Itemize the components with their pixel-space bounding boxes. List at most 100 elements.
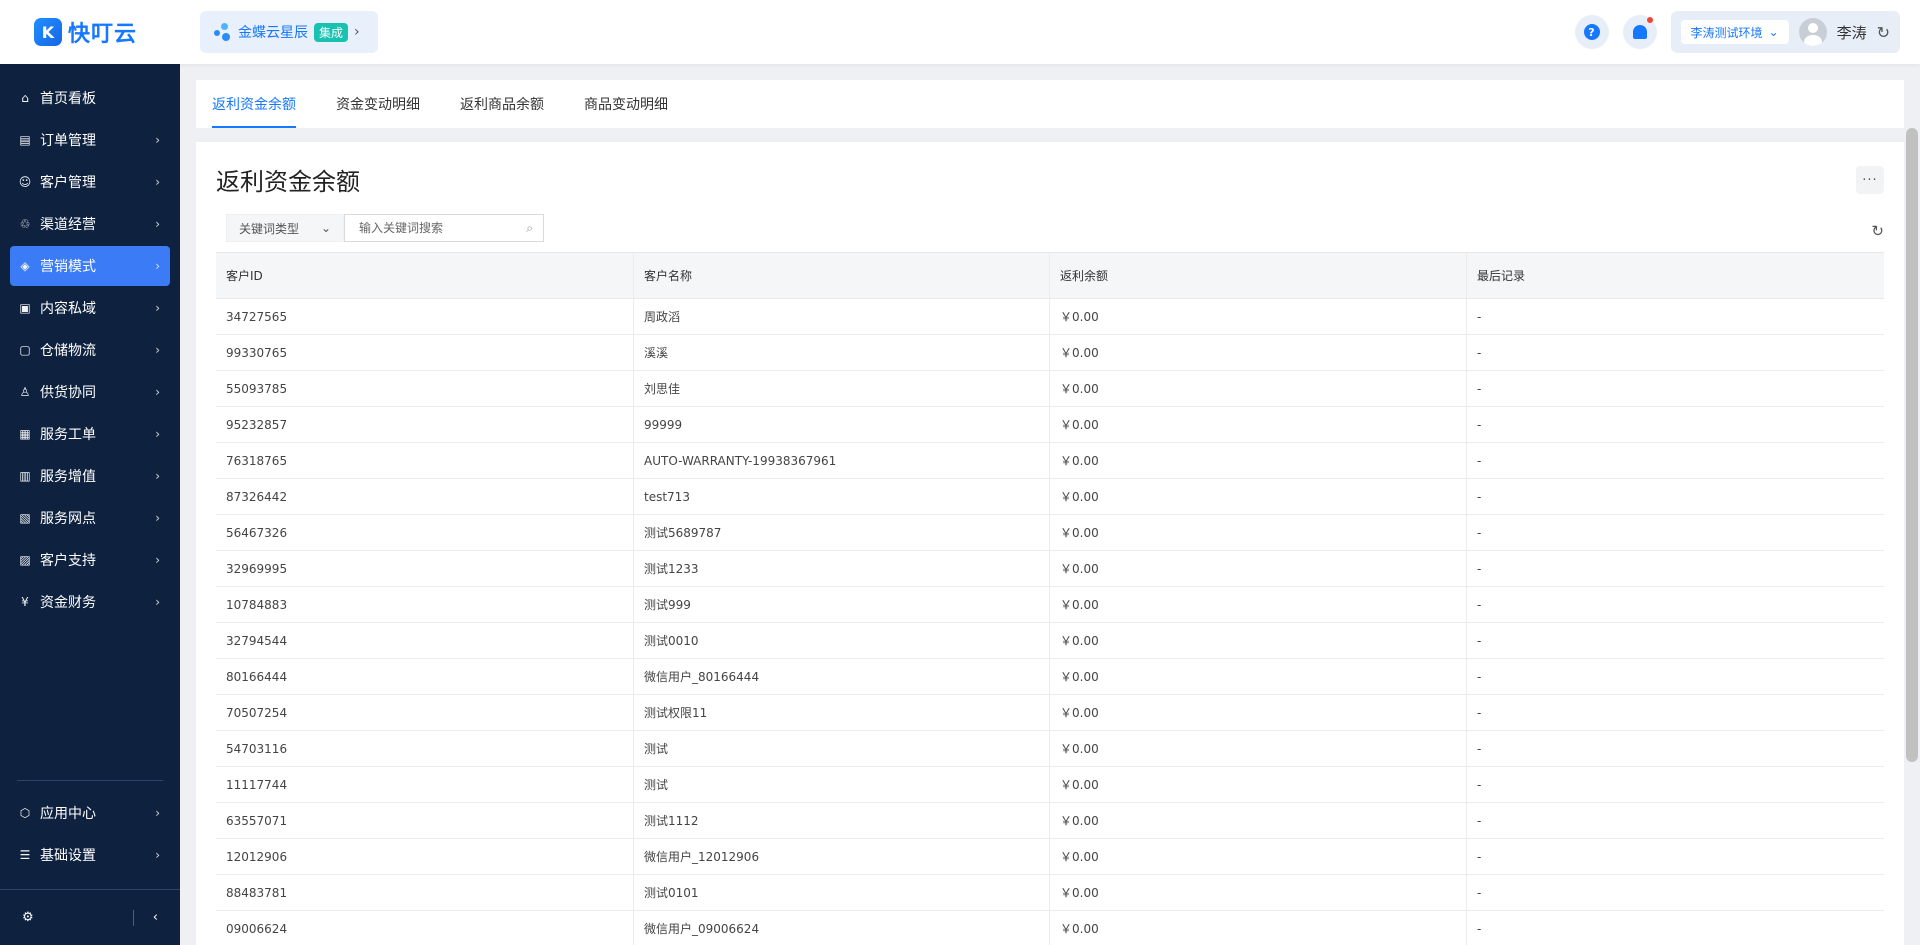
sidebar-item-label: 基础设置 — [40, 848, 96, 864]
refresh-icon[interactable]: ↻ — [1877, 23, 1890, 42]
tab-3[interactable]: 商品变动明细 — [584, 80, 668, 128]
environment-select[interactable]: 李涛测试环境 ⌄ — [1680, 20, 1789, 44]
chevron-right-icon: › — [155, 427, 160, 441]
table-cell: 54703116 — [216, 731, 634, 766]
table-refresh-icon[interactable]: ↻ — [1871, 222, 1884, 240]
table-cell: ￥0.00 — [1050, 731, 1467, 766]
sidebar-item-tag[interactable]: ◈ 营销模式 › — [10, 246, 170, 286]
table-cell: 微信用户_09006624 — [634, 911, 1050, 945]
environment-label: 李涛测试环境 — [1690, 25, 1763, 40]
sidebar-item-channel[interactable]: ♲ 渠道经营 › — [10, 204, 170, 244]
search-input[interactable] — [359, 221, 509, 235]
tab-2[interactable]: 返利商品余额 — [460, 80, 544, 128]
sidebar-item-bag[interactable]: ▥ 服务增值 › — [10, 456, 170, 496]
sidebar-item-support[interactable]: ▨ 客户支持 › — [10, 540, 170, 580]
table-body: 34727565 周政滔 ￥0.00-99330765 溪溪 ￥0.00-5509378… — [216, 299, 1884, 945]
sidebar-item-order[interactable]: ▤ 订单管理 › — [10, 120, 170, 160]
chevron-right-icon: › — [155, 595, 160, 609]
chevron-right-icon: › — [155, 385, 160, 399]
page-scrollbar[interactable] — [1906, 128, 1918, 762]
more-button[interactable]: ··· — [1856, 166, 1884, 194]
table-row[interactable]: 10784883 测试999 ￥0.00- — [216, 587, 1884, 623]
tag-icon: ◈ — [20, 259, 30, 273]
table-cell: - — [1477, 921, 1482, 936]
table-row[interactable]: 99330765 溪溪 ￥0.00- — [216, 335, 1884, 371]
table-cell: ￥0.00 — [1050, 371, 1467, 406]
app-switcher[interactable]: 金蝶云星辰 集成 › — [200, 11, 378, 53]
table-row[interactable]: 70507254 测试权限11 ￥0.00- — [216, 695, 1884, 731]
integration-badge: 集成 — [314, 22, 349, 42]
table-row[interactable]: 12012906 微信用户_12012906 ￥0.00- — [216, 839, 1884, 875]
table-cell: 溪溪 — [634, 335, 1050, 370]
help-icon: ? — [1583, 24, 1600, 40]
user-name[interactable]: 李涛 — [1837, 22, 1867, 43]
chevron-right-icon: › — [155, 806, 160, 820]
sidebar-item-image[interactable]: ▣ 内容私域 › — [10, 288, 170, 328]
keyword-type-select[interactable]: 关键词类型 ⌄ — [226, 214, 344, 242]
table-cell: ￥0.00 — [1050, 695, 1467, 730]
table-row[interactable]: 56467326 测试5689787 ￥0.00- — [216, 515, 1884, 551]
table-cell: 12012906 — [216, 839, 634, 874]
table-row[interactable]: 11117744 测试 ￥0.00- — [216, 767, 1884, 803]
table-cell: 10784883 — [216, 587, 634, 622]
table-cell: 11117744 — [216, 767, 634, 802]
chevron-right-icon: › — [354, 24, 360, 40]
table-cell: 95232857 — [216, 407, 634, 442]
sidebar-item-cube[interactable]: ⬡ 应用中心 › — [10, 793, 170, 833]
table-cell: 测试999 — [634, 587, 1050, 622]
chevron-right-icon: › — [155, 343, 160, 357]
table-row[interactable]: 87326442 test713 ￥0.00- — [216, 479, 1884, 515]
sidebar-item-ticket[interactable]: ▦ 服务工单 › — [10, 414, 170, 454]
image-icon: ▣ — [19, 301, 31, 315]
table-row[interactable]: 09006624 微信用户_09006624 ￥0.00- — [216, 911, 1884, 945]
box-icon: ▢ — [19, 343, 31, 357]
table-cell: - — [1477, 489, 1482, 504]
sidebar-item-home[interactable]: ⌂ 首页看板 — [10, 78, 170, 118]
table-cell: 99330765 — [216, 335, 634, 370]
table-row[interactable]: 32794544 测试0010 ￥0.00- — [216, 623, 1884, 659]
sidebar-menu: ⌂ 首页看板 ▤ 订单管理 › ☺ 客户管理 › ♲ 渠道经营 › ◈ 营销模式 › ▣ 内容私域 › ▢ 仓储物流… — [0, 64, 180, 622]
page-title: 返利资金余额 — [216, 168, 360, 196]
gear-icon[interactable]: ⚙ — [22, 910, 34, 925]
table-cell: 测试0101 — [634, 875, 1050, 910]
rebate-balance-table: 客户ID 客户名称 返利余额 最后记录 34727565 周政滔 ￥0.00-993307… — [216, 252, 1884, 945]
table-cell: 微信用户_80166444 — [634, 659, 1050, 694]
table-cell: - — [1477, 669, 1482, 684]
search-icon[interactable]: ⌕ — [526, 221, 533, 236]
table-cell: ￥0.00 — [1050, 335, 1467, 370]
tab-0[interactable]: 返利资金余额 — [212, 80, 296, 128]
table-row[interactable]: 55093785 刘思佳 ￥0.00- — [216, 371, 1884, 407]
sidebar-item-yuan[interactable]: ¥ 资金财务 › — [10, 582, 170, 622]
help-button[interactable]: ? — [1574, 15, 1609, 49]
table-cell: 周政滔 — [634, 299, 1050, 334]
table-row[interactable]: 63557071 测试1112 ￥0.00- — [216, 803, 1884, 839]
main-panel: 返利资金余额 ··· 关键词类型 ⌄ ⌕ ↻ 客户ID客户名称返利余额最后记录 … — [196, 142, 1904, 945]
table-row[interactable]: 54703116 测试 ￥0.00- — [216, 731, 1884, 767]
table-row[interactable]: 80166444 微信用户_80166444 ￥0.00- — [216, 659, 1884, 695]
table-cell: ￥0.00 — [1050, 767, 1467, 802]
collapse-sidebar-icon[interactable]: ‹ — [153, 910, 158, 925]
cube-icon: ⬡ — [19, 806, 31, 820]
tab-1[interactable]: 资金变动明细 — [336, 80, 420, 128]
table-cell: 测试5689787 — [634, 515, 1050, 550]
table-cell: 测试1112 — [634, 803, 1050, 838]
sidebar-item-store[interactable]: ▧ 服务网点 › — [10, 498, 170, 538]
table-row[interactable]: 32969995 测试1233 ￥0.00- — [216, 551, 1884, 587]
sidebar-item-user[interactable]: ☺ 客户管理 › — [10, 162, 170, 202]
sidebar-item-label: 资金财务 — [40, 595, 96, 611]
footer-divider — [132, 909, 134, 926]
table-row[interactable]: 34727565 周政滔 ￥0.00- — [216, 299, 1884, 335]
logo-icon: K — [34, 18, 62, 46]
brand-logo[interactable]: K 快叮云 — [0, 0, 180, 64]
sidebar-item-supply[interactable]: ♙ 供货协同 › — [10, 372, 170, 412]
table-row[interactable]: 95232857 99999 ￥0.00- — [216, 407, 1884, 443]
sidebar-item-box[interactable]: ▢ 仓储物流 › — [10, 330, 170, 370]
avatar[interactable] — [1798, 18, 1827, 46]
table-cell: - — [1477, 849, 1482, 864]
notification-button[interactable] — [1622, 15, 1657, 49]
table-row[interactable]: 88483781 测试0101 ￥0.00- — [216, 875, 1884, 911]
table-row[interactable]: 76318765 AUTO-WARRANTY-19938367961 ￥0.00- — [216, 443, 1884, 479]
table-cell: ￥0.00 — [1050, 587, 1467, 622]
sidebar-item-settings[interactable]: ☰ 基础设置 › — [10, 835, 170, 875]
sidebar-divider — [17, 780, 163, 781]
